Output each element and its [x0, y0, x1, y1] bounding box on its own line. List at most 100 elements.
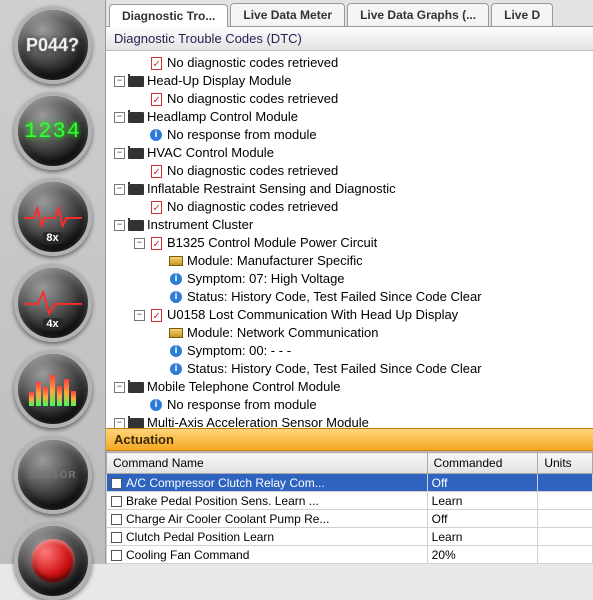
command-name: Charge Air Cooler Coolant Pump Re...	[126, 512, 329, 526]
tree-spacer	[154, 292, 165, 303]
tree-node[interactable]: i No response from module	[134, 396, 589, 414]
tree-node[interactable]: − Instrument Cluster	[114, 216, 589, 234]
tab-graphs[interactable]: Live Data Graphs (...	[347, 3, 489, 26]
column-header[interactable]: Units	[538, 453, 593, 474]
table-row[interactable]: Cooling Fan Command 20%	[107, 546, 593, 564]
tree-node[interactable]: − Headlamp Control Module	[114, 108, 589, 126]
tree-node[interactable]: Module: Manufacturer Specific	[154, 252, 589, 270]
tree-node-label: Inflatable Restraint Sensing and Diagnos…	[147, 180, 396, 198]
collapse-icon[interactable]: −	[114, 184, 125, 195]
collapse-icon[interactable]: −	[134, 238, 145, 249]
tree-node-label: HVAC Control Module	[147, 144, 274, 162]
sidebar-btn-wave-4x[interactable]: 4x	[14, 264, 92, 342]
doc-check-icon	[148, 164, 164, 178]
info-icon: i	[148, 398, 164, 412]
tree-spacer	[154, 364, 165, 375]
tree-node-label: Instrument Cluster	[147, 216, 253, 234]
tab-lived[interactable]: Live D	[491, 3, 553, 26]
collapse-icon[interactable]: −	[114, 148, 125, 159]
doc-check-icon	[148, 308, 164, 322]
info-icon: i	[168, 272, 184, 286]
tree-node-label: Status: History Code, Test Failed Since …	[187, 360, 482, 378]
column-header[interactable]: Commanded	[427, 453, 538, 474]
collapse-icon[interactable]: −	[114, 112, 125, 123]
sidebar-btn-digital[interactable]: 1234	[14, 92, 92, 170]
units-value	[538, 528, 593, 546]
tree-node-label: No response from module	[167, 396, 317, 414]
chip-icon	[128, 110, 144, 124]
doc-check-icon	[148, 236, 164, 250]
sidebar-btn-dtc-code[interactable]: P044?	[14, 6, 92, 84]
tree-spacer	[154, 328, 165, 339]
sidebar-btn-start[interactable]	[14, 522, 92, 600]
tree-node-label: No diagnostic codes retrieved	[167, 198, 338, 216]
tree-spacer	[134, 58, 145, 69]
tree-node[interactable]: − HVAC Control Module	[114, 144, 589, 162]
tree-node-label: Mobile Telephone Control Module	[147, 378, 340, 396]
tree-node-label: Status: History Code, Test Failed Since …	[187, 288, 482, 306]
dtc-tree[interactable]: No diagnostic codes retrieved− Head-Up D…	[106, 51, 593, 428]
tree-node[interactable]: No diagnostic codes retrieved	[134, 162, 589, 180]
tree-node[interactable]: − B1325 Control Module Power Circuit	[134, 234, 589, 252]
table-row[interactable]: A/C Compressor Clutch Relay Com...Off	[107, 474, 593, 492]
command-name: A/C Compressor Clutch Relay Com...	[126, 476, 325, 490]
sidebar: P044? 1234 8x 4x SENSOR	[0, 0, 105, 564]
tree-spacer	[134, 202, 145, 213]
units-value	[538, 492, 593, 510]
row-checkbox[interactable]	[111, 478, 122, 489]
chip-icon	[128, 218, 144, 232]
commanded-value: Off	[427, 510, 538, 528]
tree-node[interactable]: − Multi-Axis Acceleration Sensor Module	[114, 414, 589, 428]
row-checkbox[interactable]	[111, 550, 122, 561]
row-checkbox[interactable]	[111, 532, 122, 543]
tree-node-label: Symptom: 00: - - -	[187, 342, 291, 360]
tree-node[interactable]: − Mobile Telephone Control Module	[114, 378, 589, 396]
doc-check-icon	[148, 92, 164, 106]
tree-node[interactable]: i Symptom: 00: - - -	[154, 342, 589, 360]
collapse-icon[interactable]: −	[114, 220, 125, 231]
tree-node-label: B1325 Control Module Power Circuit	[167, 234, 377, 252]
info-icon: i	[168, 290, 184, 304]
collapse-icon[interactable]: −	[114, 418, 125, 429]
chip-icon	[128, 146, 144, 160]
tree-node[interactable]: − U0158 Lost Communication With Head Up …	[134, 306, 589, 324]
doc-check-icon	[148, 200, 164, 214]
equalizer-icon	[29, 372, 76, 406]
tree-node[interactable]: Module: Network Communication	[154, 324, 589, 342]
tree-node[interactable]: No diagnostic codes retrieved	[134, 198, 589, 216]
sidebar-btn-wave-8x[interactable]: 8x	[14, 178, 92, 256]
tree-node[interactable]: − Head-Up Display Module	[114, 72, 589, 90]
tree-node[interactable]: i Status: History Code, Test Failed Sinc…	[154, 288, 589, 306]
collapse-icon[interactable]: −	[134, 310, 145, 321]
tab-dtc[interactable]: Diagnostic Tro...	[109, 4, 228, 27]
tree-node[interactable]: − Inflatable Restraint Sensing and Diagn…	[114, 180, 589, 198]
row-checkbox[interactable]	[111, 496, 122, 507]
units-value	[538, 546, 593, 564]
column-header[interactable]: Command Name	[107, 453, 428, 474]
commanded-value: 20%	[427, 546, 538, 564]
tree-node[interactable]: i No response from module	[134, 126, 589, 144]
tree-node[interactable]: No diagnostic codes retrieved	[134, 90, 589, 108]
tree-node[interactable]: i Symptom: 07: High Voltage	[154, 270, 589, 288]
collapse-icon[interactable]: −	[114, 382, 125, 393]
tree-node[interactable]: No diagnostic codes retrieved	[134, 54, 589, 72]
table-row[interactable]: Clutch Pedal Position LearnLearn	[107, 528, 593, 546]
sidebar-btn-sensor[interactable]: SENSOR	[14, 436, 92, 514]
collapse-icon[interactable]: −	[114, 76, 125, 87]
sidebar-btn-equalizer[interactable]	[14, 350, 92, 428]
actuation-grid[interactable]: Command NameCommandedUnits A/C Compresso…	[106, 451, 593, 564]
tree-node-label: No diagnostic codes retrieved	[167, 162, 338, 180]
actuation-header: Actuation	[106, 428, 593, 451]
tab-meter[interactable]: Live Data Meter	[230, 3, 345, 26]
tree-node[interactable]: i Status: History Code, Test Failed Sinc…	[154, 360, 589, 378]
tree-spacer	[134, 166, 145, 177]
row-checkbox[interactable]	[111, 514, 122, 525]
tree-node-label: No diagnostic codes retrieved	[167, 90, 338, 108]
tree-spacer	[134, 130, 145, 141]
command-name: Clutch Pedal Position Learn	[126, 530, 274, 544]
command-name: Cooling Fan Command	[126, 548, 249, 562]
tree-node-label: Module: Manufacturer Specific	[187, 252, 363, 270]
table-row[interactable]: Brake Pedal Position Sens. Learn ...Lear…	[107, 492, 593, 510]
table-row[interactable]: Charge Air Cooler Coolant Pump Re... Off	[107, 510, 593, 528]
tab-bar: Diagnostic Tro...Live Data MeterLive Dat…	[106, 0, 593, 27]
